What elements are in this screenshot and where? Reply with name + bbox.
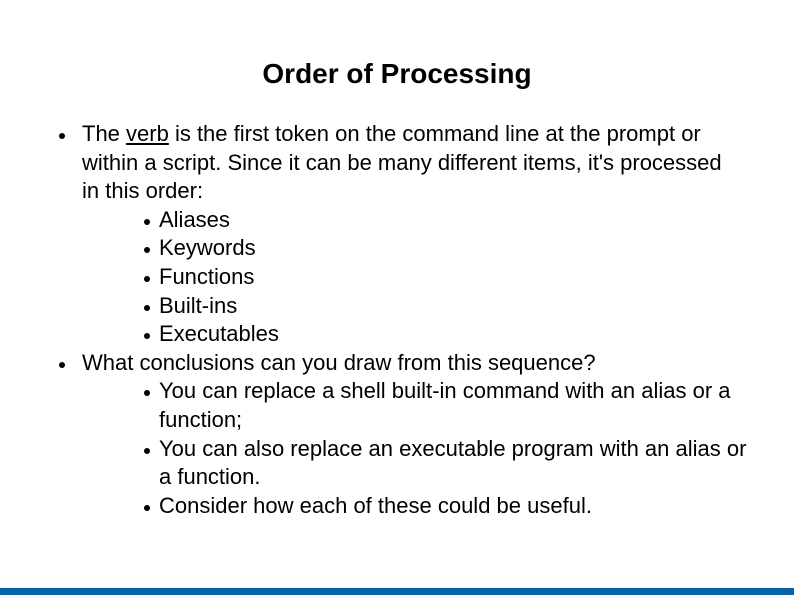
bullet-conclusions: What conclusions can you draw from this … (0, 349, 794, 378)
sub-bullet-text: Built-ins (159, 292, 238, 318)
sub-bullet-builtins: Built-ins (0, 292, 794, 321)
sub-bullet-text: Keywords (159, 235, 256, 261)
sub-bullet-executables: Executables (0, 320, 794, 349)
slide-title: Order of Processing (262, 58, 532, 89)
bullet-verb-processing: The verb is the first token on the comma… (0, 120, 794, 206)
bullet-dot-icon (144, 390, 150, 397)
sub-bullet-text: Executables (159, 321, 279, 347)
bullet-dot-icon (144, 504, 150, 511)
bullet-dot-icon (144, 304, 150, 311)
bullet-text: What conclusions can you draw from this … (82, 349, 596, 375)
sub-bullet-text: You can also replace an executable progr… (159, 435, 747, 490)
sub-bullet-consider-usefulness: Consider how each of these could be usef… (0, 492, 794, 521)
bullet-dot-icon (144, 247, 150, 254)
sub-bullet-replace-executable: You can also replace an executable progr… (0, 435, 794, 492)
verb-term: verb (126, 121, 169, 146)
bullet-dot-icon (144, 333, 150, 340)
bullet-dot-icon (144, 275, 150, 282)
bullet-dot-icon (144, 447, 150, 454)
sub-bullet-functions: Functions (0, 263, 794, 292)
sub-bullet-replace-builtin: You can replace a shell built-in command… (0, 377, 794, 434)
sub-bullet-aliases: Aliases (0, 206, 794, 235)
bullet-text-post: is the first token on the command line a… (82, 121, 722, 204)
bullet-text-pre: The (82, 121, 127, 146)
bullet-dot-icon (59, 133, 65, 139)
sub-bullet-text: Functions (159, 263, 255, 289)
footer-accent-bar (0, 588, 794, 595)
bullet-dot-icon (59, 361, 65, 368)
slide-content: The verb is the first token on the comma… (0, 120, 794, 520)
sub-bullet-text: Aliases (159, 206, 230, 232)
sub-bullet-text: You can replace a shell built-in command… (159, 378, 731, 432)
sub-bullet-keywords: Keywords (0, 234, 794, 263)
bullet-dot-icon (144, 218, 150, 225)
sub-bullet-text: Consider how each of these could be usef… (159, 492, 592, 518)
